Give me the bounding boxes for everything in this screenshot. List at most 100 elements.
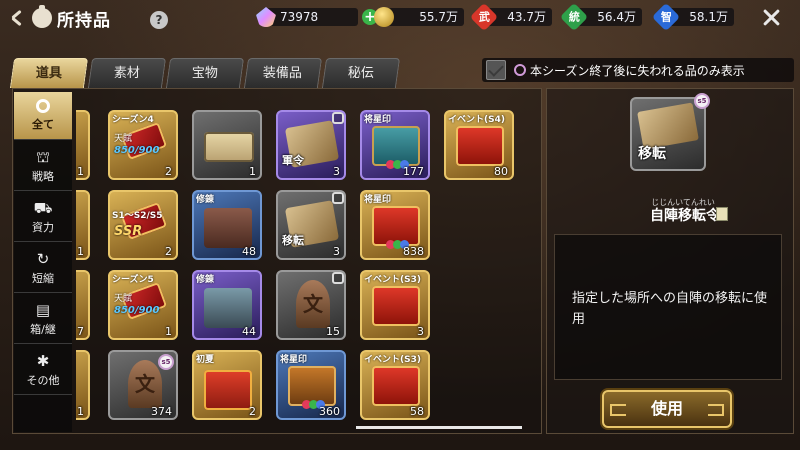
item-slot[interactable]: イベント(S3) 3 <box>360 270 430 340</box>
coin-icon <box>296 280 330 328</box>
category-label: 箱/継 <box>30 323 56 336</box>
inventory-tabs: 道具 素材 宝物 装備品 秘伝 <box>9 58 402 88</box>
item-slot[interactable]: 移転 3 <box>276 190 346 260</box>
item-slot[interactable]: シーズン5 天賦 850/900 1 <box>108 270 178 340</box>
item-category: イベント(S3) <box>364 275 421 285</box>
category-label: 短縮 <box>32 272 54 285</box>
close-icon[interactable] <box>760 7 782 29</box>
item-season: シーズン4 <box>112 115 154 125</box>
category-label: 全て <box>32 118 54 131</box>
category-label: 資力 <box>32 221 54 234</box>
item-subtitle: 天賦 850/900 <box>114 294 160 316</box>
item-count: 1 <box>77 165 84 178</box>
grid-scrollbar[interactable] <box>356 426 522 429</box>
item-slot[interactable]: 将星印 177 <box>360 110 430 180</box>
item-count: 2 <box>165 245 172 258</box>
item-count: 3 <box>333 165 340 178</box>
selected-item-label: 移転 <box>638 146 666 162</box>
item-count: 374 <box>151 405 172 418</box>
category-resources[interactable]: ⛟ 資力 <box>14 194 72 242</box>
tab-equipment[interactable]: 装備品 <box>243 58 323 88</box>
item-count: 3 <box>333 245 340 258</box>
item-category: 初夏 <box>196 355 215 365</box>
item-slot[interactable]: シーズン4 天賦 850/900 2 <box>108 110 178 180</box>
item-subtitle: SSR <box>114 224 143 239</box>
item-slot[interactable]: 将星印 360 <box>276 350 346 420</box>
item-grid: 1 1 7 1 シーズン4 天賦 850/900 2 S1〜S2/S5 SSR 2… <box>76 96 536 428</box>
item-count: 58 <box>410 405 424 418</box>
gold-icon <box>374 7 394 27</box>
back-icon[interactable] <box>4 4 32 32</box>
training-box-icon <box>204 208 252 248</box>
bound-tag-icon <box>332 272 344 284</box>
item-slot[interactable]: 1 <box>192 110 262 180</box>
item-category: 将星印 <box>364 195 392 205</box>
item-slot[interactable]: 1 <box>76 350 90 420</box>
selected-item-icon: s5 移転 <box>630 93 710 171</box>
gem-amount: 73978 <box>266 8 358 26</box>
item-description: 指定した場所への自陣の移転に使用 <box>572 291 768 327</box>
item-slot[interactable]: 修錬 48 <box>192 190 262 260</box>
item-slot[interactable]: イベント(S4) 80 <box>444 110 514 180</box>
item-slot[interactable]: 初夏 2 <box>192 350 262 420</box>
category-strategy[interactable]: ⛫ 戦略 <box>14 143 72 191</box>
category-other[interactable]: ✱ その他 <box>14 347 72 395</box>
item-slot[interactable]: 1 <box>76 190 90 260</box>
item-count: 177 <box>403 165 424 178</box>
tab-materials[interactable]: 素材 <box>87 58 167 88</box>
tab-items[interactable]: 道具 <box>9 58 89 88</box>
category-speedup[interactable]: ↻ 短縮 <box>14 245 72 293</box>
bound-tag-icon <box>332 112 344 124</box>
item-slot[interactable]: 軍令 3 <box>276 110 346 180</box>
item-season: シーズン5 <box>112 275 154 285</box>
item-slot[interactable]: 7 <box>76 270 90 340</box>
help-icon[interactable]: ? <box>150 11 168 29</box>
item-category: 将星印 <box>280 355 308 365</box>
gift-box-icon <box>204 370 252 410</box>
tab-secrets[interactable]: 秘伝 <box>321 58 401 88</box>
item-title: 自陣移転令 <box>650 208 720 224</box>
box-icon: ▤ <box>35 301 51 319</box>
coin-icon <box>128 360 162 408</box>
item-slot[interactable]: 15 <box>276 270 346 340</box>
item-name: 移転 <box>282 234 304 247</box>
category-all[interactable]: 全て <box>14 92 72 140</box>
asterisk-icon: ✱ <box>36 352 50 370</box>
item-count: 15 <box>326 325 340 338</box>
item-slot[interactable]: イベント(S3) 58 <box>360 350 430 420</box>
event-chest-icon <box>372 286 420 326</box>
item-count: 838 <box>403 245 424 258</box>
season-filter-label: 本シーズン終了後に失われる品のみ表示 <box>530 63 745 78</box>
category-label: 戦略 <box>32 170 54 183</box>
fort-icon: ⛫ <box>36 148 50 166</box>
cart-icon: ⛟ <box>33 199 53 217</box>
item-slot[interactable]: 1 <box>76 110 90 180</box>
memo-icon[interactable] <box>716 207 728 221</box>
category-boxes[interactable]: ▤ 箱/継 <box>14 296 72 344</box>
speedup-icon: ↻ <box>36 250 50 268</box>
item-name: 軍令 <box>282 154 304 167</box>
stat-command: 統 56.4万 <box>559 2 642 32</box>
use-button[interactable]: 使用 <box>602 390 732 428</box>
item-slot[interactable]: 将星印 838 <box>360 190 430 260</box>
item-slot[interactable]: 修錬 44 <box>192 270 262 340</box>
item-category: 修錬 <box>196 195 215 205</box>
page-title: 所持品 <box>57 10 111 31</box>
event-chest-icon <box>372 366 420 406</box>
all-icon <box>36 99 50 113</box>
tab-treasures[interactable]: 宝物 <box>165 58 245 88</box>
item-count: 7 <box>77 325 84 338</box>
grid-scrollbar-thumb[interactable] <box>356 426 522 429</box>
item-season: S1〜S2/S5 <box>112 211 163 221</box>
season-filter-checkbox[interactable] <box>486 60 506 80</box>
bag-icon <box>32 5 52 28</box>
season-filter[interactable]: 本シーズン終了後に失われる品のみ表示 <box>482 58 794 82</box>
scroll-icon <box>204 132 254 162</box>
item-count: 2 <box>165 165 172 178</box>
item-count: 80 <box>494 165 508 178</box>
season-ring-icon <box>514 64 526 76</box>
item-slot[interactable]: S1〜S2/S5 SSR 2 <box>108 190 178 260</box>
bound-tag-icon <box>332 192 344 204</box>
item-slot[interactable]: s5 374 <box>108 350 178 420</box>
stat-intellect: 智 58.1万 <box>651 2 734 32</box>
